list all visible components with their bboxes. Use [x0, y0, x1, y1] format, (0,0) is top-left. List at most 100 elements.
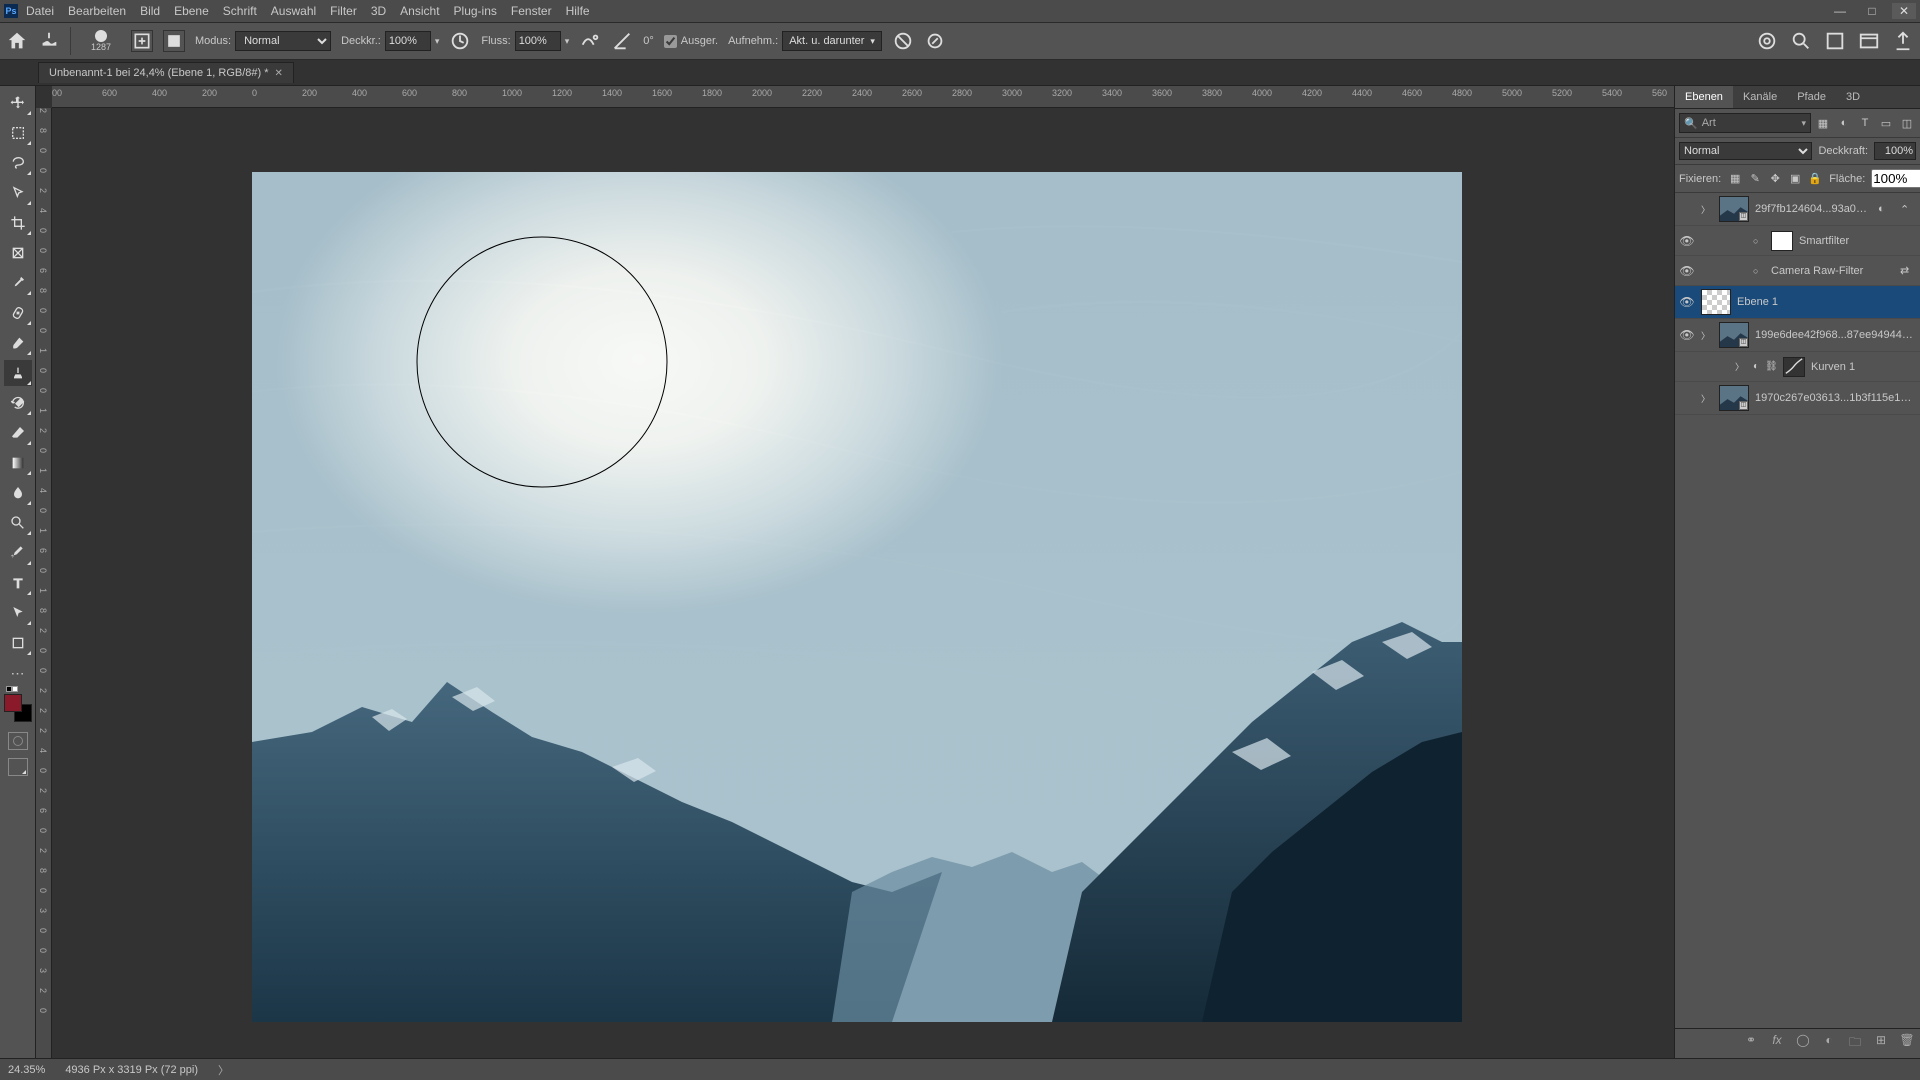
brush-settings-icon[interactable] — [131, 30, 153, 52]
layer-name[interactable]: Camera Raw-Filter — [1771, 265, 1894, 277]
layer-thumbnail[interactable] — [1701, 289, 1731, 315]
canvas-area[interactable] — [52, 108, 1674, 1058]
mask-thumbnail[interactable] — [1771, 231, 1793, 251]
blend-mode-select[interactable]: Normal — [235, 31, 331, 51]
doc-info[interactable]: 4936 Px x 3319 Px (72 ppi) — [65, 1064, 198, 1076]
layer-thumbnail[interactable]: ◫ — [1719, 196, 1749, 222]
new-group-icon[interactable]: 🗀 — [1846, 1033, 1864, 1054]
layer-name[interactable]: Ebene 1 — [1737, 296, 1916, 308]
menu-hilfe[interactable]: Hilfe — [566, 4, 590, 18]
history-brush-tool[interactable] — [4, 390, 32, 416]
layer-row[interactable]: 👁○Camera Raw-Filter⇄ — [1675, 256, 1920, 286]
blur-tool[interactable] — [4, 480, 32, 506]
pressure-size-icon[interactable] — [924, 30, 946, 52]
brush-tool[interactable] — [4, 330, 32, 356]
foreground-color[interactable] — [4, 694, 22, 712]
move-tool[interactable] — [4, 90, 32, 116]
link-layers-icon[interactable]: ⚭ — [1742, 1033, 1760, 1054]
frame-tool[interactable] — [4, 240, 32, 266]
aligned-checkbox[interactable] — [664, 35, 677, 48]
layer-name[interactable]: 1970c267e03613...1b3f115e14179 — [1755, 392, 1916, 404]
layer-name[interactable]: 199e6dee42f968...87ee94944802d — [1755, 329, 1916, 341]
brush-panel-icon[interactable] — [163, 30, 185, 52]
layer-thumbnail[interactable]: ◫ — [1719, 322, 1749, 348]
layer-filter-select[interactable]: 🔍 Art ▾ — [1679, 113, 1811, 133]
dodge-tool[interactable] — [4, 510, 32, 536]
delete-layer-icon[interactable]: 🗑 — [1898, 1033, 1916, 1054]
layer-thumbnail[interactable]: ◫ — [1719, 385, 1749, 411]
search-icon[interactable] — [1790, 30, 1812, 52]
add-mask-icon[interactable]: ◯ — [1794, 1033, 1812, 1054]
opacity-dropdown-icon[interactable]: ▾ — [435, 36, 440, 47]
lock-position-icon[interactable]: ✥ — [1767, 171, 1783, 187]
expand-icon[interactable]: 〉 — [1701, 329, 1713, 342]
more-tools[interactable]: ⋯ — [4, 660, 32, 686]
menu-plug-ins[interactable]: Plug-ins — [454, 4, 497, 18]
eraser-tool[interactable] — [4, 420, 32, 446]
adjustment-thumbnail[interactable] — [1783, 357, 1805, 377]
menu-bearbeiten[interactable]: Bearbeiten — [68, 4, 126, 18]
layer-opacity-input[interactable] — [1874, 142, 1916, 160]
layer-name[interactable]: Kurven 1 — [1811, 361, 1916, 373]
path-select-tool[interactable] — [4, 600, 32, 626]
panel-tab-pfade[interactable]: Pfade — [1787, 86, 1836, 108]
menu-filter[interactable]: Filter — [330, 4, 357, 18]
layer-row[interactable]: 👁 〉 ◫ 199e6dee42f968...87ee94944802d — [1675, 319, 1920, 352]
vertical-ruler[interactable]: 2800240068001001201401601820022240260280… — [36, 108, 52, 1058]
workspace-icon[interactable] — [1858, 30, 1880, 52]
horizontal-ruler[interactable]: 0060040020002004006008001000120014001600… — [52, 86, 1674, 108]
menu-ansicht[interactable]: Ansicht — [400, 4, 439, 18]
layer-row[interactable]: 〉◫1970c267e03613...1b3f115e14179 — [1675, 382, 1920, 415]
ignore-adjustment-icon[interactable] — [892, 30, 914, 52]
marquee-tool[interactable] — [4, 120, 32, 146]
filter-visibility-icon[interactable]: ◐ — [1878, 203, 1894, 215]
expand-icon[interactable]: 〉 — [1701, 203, 1713, 216]
filter-shape-icon[interactable]: ▭ — [1877, 114, 1895, 132]
menu-schrift[interactable]: Schrift — [223, 4, 257, 18]
color-swatches[interactable] — [4, 694, 32, 722]
panel-tab-ebenen[interactable]: Ebenen — [1675, 86, 1733, 108]
lasso-tool[interactable] — [4, 150, 32, 176]
crop-tool[interactable] — [4, 210, 32, 236]
opacity-input[interactable] — [385, 31, 431, 51]
layer-row[interactable]: 👁○Smartfilter — [1675, 226, 1920, 256]
tool-preset-icon[interactable] — [38, 30, 60, 52]
canvas[interactable] — [252, 172, 1462, 1022]
adjustment-layer-icon[interactable]: ◐ — [1820, 1033, 1838, 1054]
filter-blend-icon[interactable]: ⇄ — [1900, 264, 1916, 277]
layer-fx-icon[interactable]: fx — [1768, 1033, 1786, 1054]
filter-smart-icon[interactable]: ◫ — [1898, 114, 1916, 132]
link-icon[interactable]: ⛓ — [1765, 361, 1777, 372]
arrange-docs-icon[interactable] — [1824, 30, 1846, 52]
flow-input[interactable] — [515, 31, 561, 51]
filter-pixel-icon[interactable]: ▦ — [1814, 114, 1832, 132]
visibility-toggle-icon[interactable]: 👁 — [1679, 328, 1695, 342]
panel-tab-3d[interactable]: 3D — [1836, 86, 1870, 108]
layer-blend-mode-select[interactable]: Normal — [1679, 142, 1812, 160]
clone-stamp-tool[interactable] — [4, 360, 32, 386]
smartfilter-toggle-icon[interactable]: ○ — [1753, 236, 1765, 246]
visibility-toggle-icon[interactable]: 👁 — [1679, 295, 1695, 309]
document-tab[interactable]: Unbenannt-1 bei 24,4% (Ebene 1, RGB/8#) … — [38, 62, 294, 83]
flow-dropdown-icon[interactable]: ▾ — [565, 36, 570, 47]
new-layer-icon[interactable]: ⊞ — [1872, 1033, 1890, 1054]
brush-preset-picker[interactable]: 1287 — [81, 26, 121, 56]
zoom-level[interactable]: 24.35% — [8, 1064, 45, 1076]
gradient-tool[interactable] — [4, 450, 32, 476]
lock-artboard-icon[interactable]: ▣ — [1787, 171, 1803, 187]
filter-adjust-icon[interactable]: ◐ — [1835, 114, 1853, 132]
eyedropper-tool[interactable] — [4, 270, 32, 296]
sample-select[interactable]: Akt. u. darunter▾ — [782, 31, 882, 51]
screen-mode-icon[interactable] — [8, 758, 28, 776]
collapse-icon[interactable]: ⌃ — [1900, 203, 1916, 216]
maximize-button[interactable]: □ — [1860, 3, 1884, 19]
close-button[interactable]: ✕ — [1892, 3, 1916, 19]
shape-tool[interactable] — [4, 630, 32, 656]
lock-pixels-icon[interactable]: ✎ — [1747, 171, 1763, 187]
layer-name[interactable]: 29f7fb124604...93a047894a38 — [1755, 203, 1872, 215]
layer-row[interactable]: 〉◐⛓Kurven 1 — [1675, 352, 1920, 382]
menu-bild[interactable]: Bild — [140, 4, 160, 18]
home-icon[interactable] — [6, 30, 28, 52]
status-menu-icon[interactable]: 〉 — [218, 1062, 229, 1078]
menu-3d[interactable]: 3D — [371, 4, 386, 18]
